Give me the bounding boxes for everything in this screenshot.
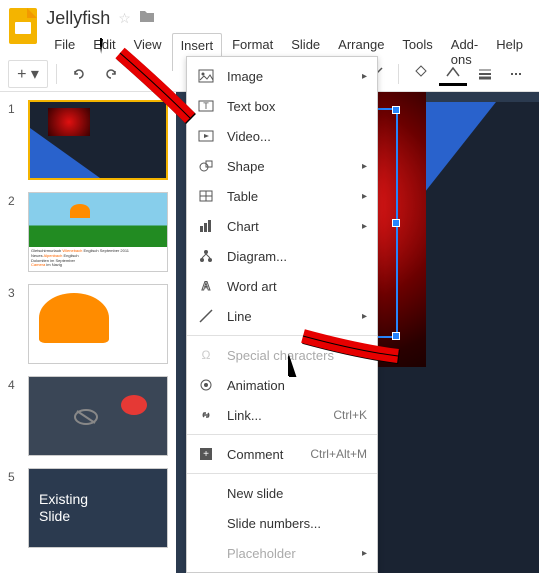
insert-menu-dropdown: Image▸TText boxVideo...Shape▸Table▸Chart… (186, 56, 378, 573)
menu-item-line[interactable]: Line ▸ (187, 301, 377, 331)
menu-item-text-box[interactable]: T Text box (187, 91, 377, 121)
link-icon (197, 406, 215, 424)
menu-item-label: Word art (227, 279, 367, 294)
shortcut-label: Ctrl+K (333, 408, 367, 422)
fill-color-button[interactable] (407, 62, 435, 86)
menu-item-label: Line (227, 309, 350, 324)
table-icon (197, 187, 215, 205)
menu-item-label: Image (227, 69, 350, 84)
menu-item-shape[interactable]: Shape ▸ (187, 151, 377, 181)
menu-item-label: Chart (227, 219, 350, 234)
submenu-arrow-icon: ▸ (362, 71, 367, 82)
resize-handle[interactable] (392, 106, 400, 114)
blank-icon (197, 544, 215, 562)
svg-text:T: T (203, 101, 209, 111)
menu-divider (187, 434, 377, 435)
menu-item-new-slide[interactable]: New slide (187, 478, 377, 508)
menu-item-label: Video... (227, 129, 367, 144)
menu-item-comment[interactable]: + Comment Ctrl+Alt+M (187, 439, 377, 469)
menu-item-animation[interactable]: Animation (187, 370, 377, 400)
shortcut-label: Ctrl+Alt+M (310, 447, 367, 461)
video-icon (197, 127, 215, 145)
menu-view[interactable]: View (126, 33, 170, 71)
menu-divider (187, 335, 377, 336)
special-icon: Ω (197, 346, 215, 364)
shape-icon (197, 157, 215, 175)
thumb-number: 1 (8, 100, 28, 180)
document-title[interactable]: Jellyfish (46, 8, 110, 29)
menu-item-label: Slide numbers... (227, 516, 367, 531)
thumb-number: 4 (8, 376, 28, 456)
menu-item-link-[interactable]: Link... Ctrl+K (187, 400, 377, 430)
menu-item-image[interactable]: Image ▸ (187, 61, 377, 91)
svg-text:+: + (203, 449, 209, 460)
slide-thumbnail-1[interactable] (28, 100, 168, 180)
menu-item-label: Shape (227, 159, 350, 174)
comment-icon: + (197, 445, 215, 463)
star-icon[interactable]: ☆ (118, 10, 131, 27)
wordart-icon: A (197, 277, 215, 295)
menu-item-video-[interactable]: Video... (187, 121, 377, 151)
menu-item-diagram-[interactable]: Diagram... (187, 241, 377, 271)
menu-item-label: Link... (227, 408, 321, 423)
menu-item-chart[interactable]: Chart ▸ (187, 211, 377, 241)
menu-item-slide-numbers-[interactable]: Slide numbers... (187, 508, 377, 538)
blank-icon (197, 514, 215, 532)
thumb-number: 3 (8, 284, 28, 364)
slide-thumbnail-4[interactable] (28, 376, 168, 456)
new-slide-button[interactable]: + ▾ (8, 60, 48, 88)
submenu-arrow-icon: ▸ (362, 161, 367, 172)
redo-button[interactable] (97, 60, 125, 88)
border-weight-button[interactable] (471, 60, 499, 88)
menu-item-label: New slide (227, 486, 367, 501)
divider (398, 64, 399, 84)
undo-button[interactable] (65, 60, 93, 88)
svg-text:Ω: Ω (202, 348, 211, 362)
menu-item-label: Table (227, 189, 350, 204)
menu-item-label: Special characters (227, 348, 367, 363)
diagram-icon (197, 247, 215, 265)
divider (56, 64, 57, 84)
folder-icon[interactable] (139, 9, 155, 28)
submenu-arrow-icon: ▸ (362, 191, 367, 202)
image-icon (197, 67, 215, 85)
blank-icon (197, 484, 215, 502)
submenu-arrow-icon: ▸ (362, 221, 367, 232)
chart-icon (197, 217, 215, 235)
slide-thumbnail-5[interactable]: Existing Slide (28, 468, 168, 548)
slide-panel: 1 2 Gletschirmurlaub Wienebach Englisch … (0, 92, 176, 573)
menu-item-table[interactable]: Table ▸ (187, 181, 377, 211)
svg-text:A: A (202, 279, 211, 293)
animation-icon (197, 376, 215, 394)
menu-divider (187, 473, 377, 474)
menu-item-label: Placeholder (227, 546, 350, 561)
resize-handle[interactable] (392, 332, 400, 340)
line-icon (197, 307, 215, 325)
submenu-arrow-icon: ▸ (362, 311, 367, 322)
menu-item-label: Comment (227, 447, 298, 462)
resize-handle[interactable] (392, 219, 400, 227)
menu-item-special-characters: Ω Special characters (187, 340, 377, 370)
slide-thumbnail-2[interactable]: Gletschirmurlaub Wienebach Englisch Sept… (28, 192, 168, 272)
menu-item-label: Diagram... (227, 249, 367, 264)
submenu-arrow-icon: ▸ (362, 548, 367, 559)
border-color-button[interactable] (439, 62, 467, 86)
textbox-icon: T (197, 97, 215, 115)
slides-logo (8, 8, 38, 44)
thumb-number: 5 (8, 468, 28, 548)
slide-thumbnail-3[interactable] (28, 284, 168, 364)
thumb-number: 2 (8, 192, 28, 272)
border-dash-button[interactable] (503, 60, 531, 88)
menu-item-word-art[interactable]: A Word art (187, 271, 377, 301)
menu-item-label: Text box (227, 99, 367, 114)
menu-item-label: Animation (227, 378, 367, 393)
menu-item-placeholder: Placeholder ▸ (187, 538, 377, 568)
